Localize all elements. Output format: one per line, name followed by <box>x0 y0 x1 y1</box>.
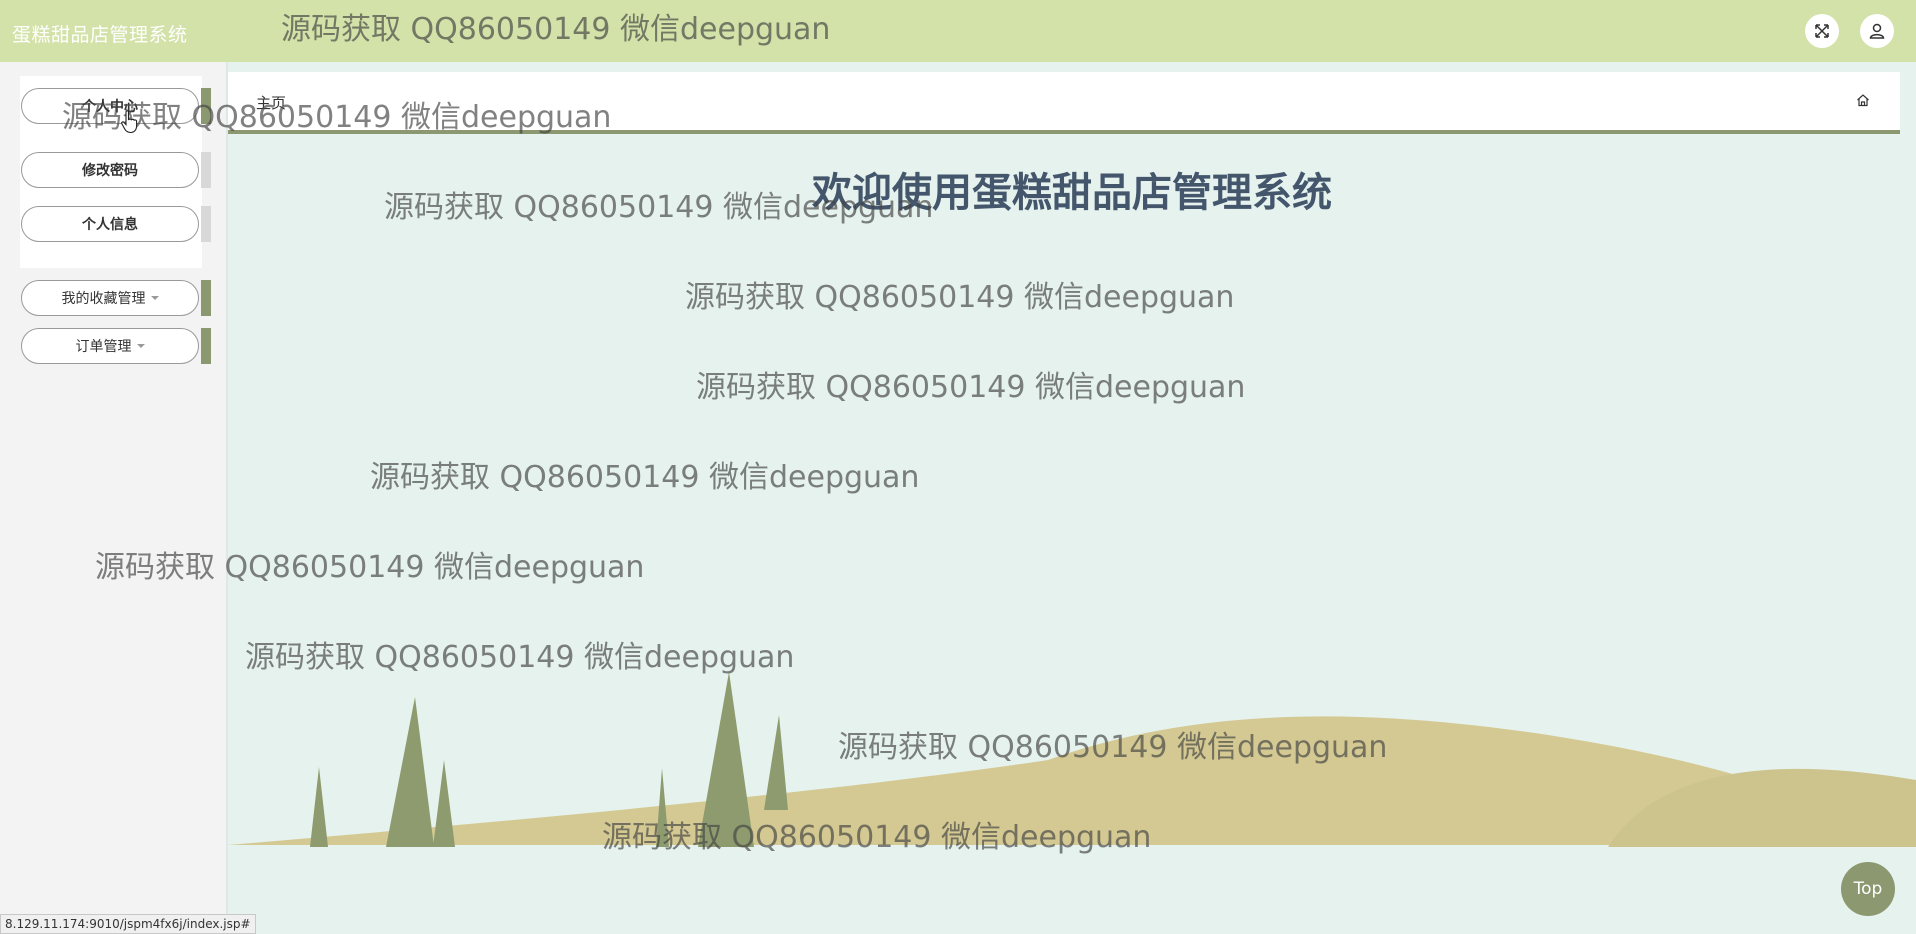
watermark: 源码获取 QQ86050149 微信deepguan <box>245 640 795 675</box>
watermark: 源码获取 QQ86050149 微信deepguan <box>384 190 934 225</box>
sidebar-item-personal-info[interactable]: 个人信息 <box>21 206 199 242</box>
fullscreen-button[interactable] <box>1805 14 1839 48</box>
hand-cursor-icon <box>121 110 138 134</box>
watermark: 源码获取 QQ86050149 微信deepguan <box>281 12 831 47</box>
home-icon[interactable] <box>1856 92 1870 111</box>
sidebar-item-label: 修改密码 <box>82 163 138 179</box>
watermark: 源码获取 QQ86050149 微信deepguan <box>838 730 1388 765</box>
sidebar-item-favorites[interactable]: 我的收藏管理 <box>21 280 199 316</box>
watermark: 源码获取 QQ86050149 微信deepguan <box>62 100 612 135</box>
app-title: 蛋糕甜品店管理系统 <box>12 24 188 46</box>
back-to-top-button[interactable]: Top <box>1841 862 1895 916</box>
user-icon <box>1869 23 1885 39</box>
menu-marker <box>201 328 211 364</box>
caret-down-icon <box>136 344 145 348</box>
user-menu-button[interactable] <box>1860 14 1894 48</box>
status-bar-url: 8.129.11.174:9010/jspm4fx6j/index.jsp# <box>0 914 256 934</box>
watermark: 源码获取 QQ86050149 微信deepguan <box>685 280 1235 315</box>
watermark: 源码获取 QQ86050149 微信deepguan <box>370 460 920 495</box>
sidebar-item-label: 我的收藏管理 <box>61 291 146 307</box>
sidebar-item-change-password[interactable]: 修改密码 <box>21 152 199 188</box>
sidebar-item-orders[interactable]: 订单管理 <box>21 328 199 364</box>
fullscreen-icon <box>1815 24 1829 38</box>
menu-marker <box>201 280 211 316</box>
watermark: 源码获取 QQ86050149 微信deepguan <box>696 370 1246 405</box>
watermark: 源码获取 QQ86050149 微信deepguan <box>602 820 1152 855</box>
caret-down-icon <box>150 296 159 300</box>
menu-marker <box>201 152 211 188</box>
watermark: 源码获取 QQ86050149 微信deepguan <box>95 550 645 585</box>
menu-marker <box>201 206 211 242</box>
sidebar-item-label: 订单管理 <box>75 339 132 355</box>
sidebar-item-label: 个人信息 <box>82 217 138 233</box>
